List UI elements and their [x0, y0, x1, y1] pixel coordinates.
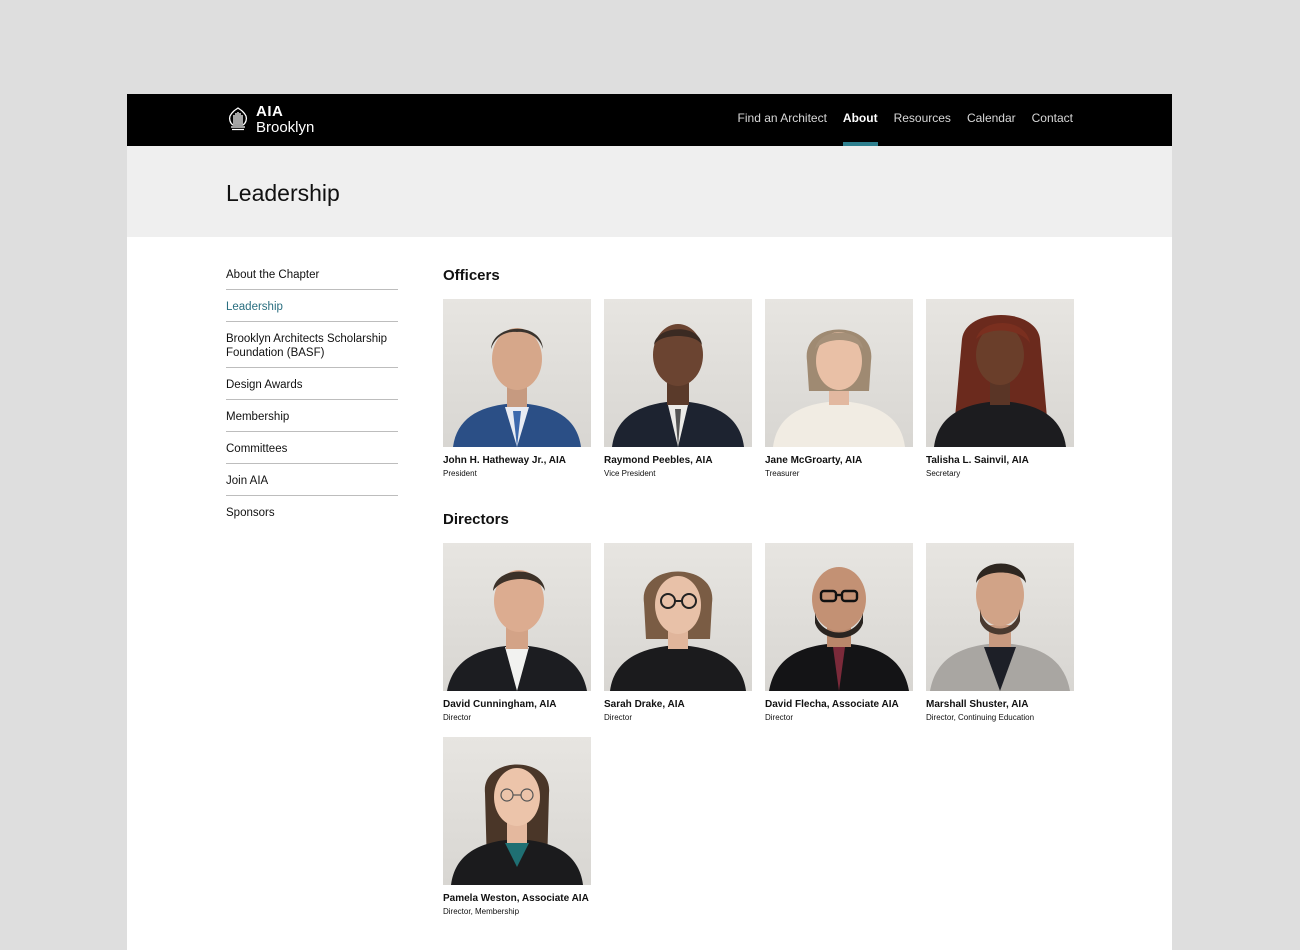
nav-contact[interactable]: Contact	[1032, 94, 1073, 146]
person-name: Raymond Peebles, AIA	[604, 455, 713, 466]
portrait-icon	[934, 315, 1066, 447]
aia-eagle-logo-icon	[228, 107, 248, 131]
person-card[interactable]: Marshall Shuster, AIA Director, Continui…	[926, 543, 1074, 723]
portrait-icon	[930, 563, 1070, 691]
portrait-icon	[451, 764, 583, 885]
logo-text-aia: AIA	[256, 102, 284, 120]
nav-calendar[interactable]: Calendar	[967, 94, 1016, 146]
sidebar-item-join-aia[interactable]: Join AIA	[226, 471, 398, 496]
sidebar-item-design-awards[interactable]: Design Awards	[226, 375, 398, 400]
person-role: Director, Continuing Education	[926, 713, 1035, 722]
person-role: Vice President	[604, 469, 656, 478]
site-header: AIA Brooklyn Find an Architect About Res…	[127, 94, 1172, 146]
person-name: Pamela Weston, Associate AIA	[443, 893, 589, 904]
sidebar-item-sponsors[interactable]: Sponsors	[226, 503, 398, 527]
portrait-icon	[453, 328, 581, 447]
person-name: Jane McGroarty, AIA	[765, 455, 863, 466]
browser-page: AIA Brooklyn Find an Architect About Res…	[127, 94, 1172, 950]
portrait-photo	[443, 737, 591, 885]
nav-resources[interactable]: Resources	[894, 94, 951, 146]
person-card[interactable]: Pamela Weston, Associate AIA Director, M…	[443, 737, 591, 917]
portrait-photo	[926, 543, 1074, 691]
portrait-photo	[765, 299, 913, 447]
portrait-photo	[765, 543, 913, 691]
portrait-photo	[604, 299, 752, 447]
person-card[interactable]: Raymond Peebles, AIA Vice President	[604, 299, 752, 479]
portrait-photo	[926, 299, 1074, 447]
person-card[interactable]: David Flecha, Associate AIA Director	[765, 543, 913, 723]
page-title-band: Leadership	[127, 146, 1172, 237]
person-card[interactable]: Talisha L. Sainvil, AIA Secretary	[926, 299, 1074, 479]
nav-about[interactable]: About	[842, 94, 878, 146]
sidebar-item-committees[interactable]: Committees	[226, 439, 398, 464]
person-card[interactable]: Jane McGroarty, AIA Treasurer	[765, 299, 913, 479]
portrait-photo	[604, 543, 752, 691]
person-name: Marshall Shuster, AIA	[926, 699, 1029, 710]
person-name: David Cunningham, AIA	[443, 699, 557, 710]
portrait-photo	[443, 299, 591, 447]
portrait-icon	[769, 567, 909, 691]
portrait-icon	[612, 324, 744, 447]
person-role: Treasurer	[765, 469, 800, 478]
person-role: Director	[604, 713, 633, 722]
person-name: Sarah Drake, AIA	[604, 699, 685, 710]
portrait-icon	[447, 570, 587, 691]
person-card[interactable]: David Cunningham, AIA Director	[443, 543, 591, 723]
directors-grid: David Cunningham, AIA Director Sarah Dra…	[443, 543, 1083, 917]
site-logo[interactable]: AIA Brooklyn	[226, 103, 314, 135]
officers-heading: Officers	[443, 267, 500, 284]
person-role: Director	[443, 713, 472, 722]
sidebar-item-leadership[interactable]: Leadership	[226, 297, 398, 322]
person-role: Secretary	[926, 469, 961, 478]
person-role: Director	[765, 713, 794, 722]
logo-text-brooklyn: Brooklyn	[256, 118, 315, 136]
person-role: Director, Membership	[443, 907, 520, 916]
person-role: President	[443, 469, 477, 478]
portrait-photo	[443, 543, 591, 691]
sidebar-item-about-the-chapter[interactable]: About the Chapter	[226, 265, 398, 290]
person-name: John H. Hatheway Jr., AIA	[443, 455, 566, 466]
main-nav: Find an Architect About Resources Calend…	[722, 94, 1073, 146]
page-title: Leadership	[226, 180, 340, 206]
person-name: David Flecha, Associate AIA	[765, 699, 899, 710]
sidebar-item-membership[interactable]: Membership	[226, 407, 398, 432]
sidebar-nav: About the Chapter Leadership Brooklyn Ar…	[226, 265, 398, 534]
person-card[interactable]: Sarah Drake, AIA Director	[604, 543, 752, 723]
person-name: Talisha L. Sainvil, AIA	[926, 455, 1029, 466]
officers-grid: John H. Hatheway Jr., AIA President Raym…	[443, 299, 1083, 479]
portrait-icon	[773, 329, 905, 447]
sidebar-item-basf[interactable]: Brooklyn Architects Scholarship Foundati…	[226, 329, 398, 368]
directors-heading: Directors	[443, 511, 509, 528]
person-card[interactable]: John H. Hatheway Jr., AIA President	[443, 299, 591, 479]
nav-find-an-architect[interactable]: Find an Architect	[738, 94, 827, 146]
portrait-icon	[610, 571, 746, 691]
